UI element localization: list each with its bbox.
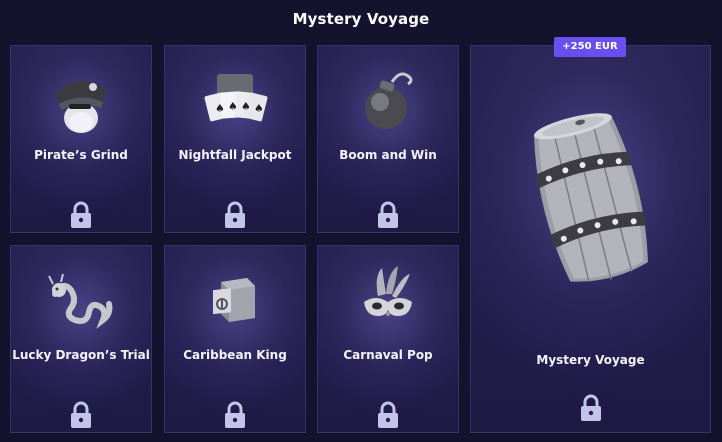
featured-card-label: Mystery Voyage bbox=[536, 353, 645, 367]
svg-text:♠: ♠ bbox=[228, 100, 238, 113]
lock-icon bbox=[378, 201, 398, 228]
card-label: Boom and Win bbox=[339, 148, 437, 162]
featured-card-mystery-voyage[interactable]: Mystery Voyage bbox=[470, 45, 711, 433]
card-label: Nightfall Jackpot bbox=[178, 148, 292, 162]
card-label: Carnaval Pop bbox=[343, 348, 433, 362]
playing-cards-icon: ♠ ♠ ♠ ♠ bbox=[165, 46, 305, 156]
card-label: Pirate’s Grind bbox=[34, 148, 128, 162]
bomb-icon bbox=[318, 46, 458, 156]
svg-text:♠: ♠ bbox=[254, 102, 264, 115]
card-boom-and-win[interactable]: Boom and Win bbox=[317, 45, 459, 233]
card-pirates-grind[interactable]: Pirate’s Grind bbox=[10, 45, 152, 233]
lock-icon bbox=[71, 401, 91, 428]
lock-icon bbox=[225, 401, 245, 428]
carnival-mask-icon bbox=[318, 246, 458, 356]
card-nightfall-jackpot[interactable]: ♠ ♠ ♠ ♠ Nightfall Jackpot bbox=[164, 45, 306, 233]
lock-icon bbox=[225, 201, 245, 228]
lock-icon bbox=[378, 401, 398, 428]
lock-icon bbox=[71, 201, 91, 228]
card-label: Lucky Dragon’s Trial bbox=[12, 348, 150, 362]
lock-icon bbox=[580, 394, 601, 421]
dragon-icon bbox=[11, 246, 151, 356]
card-carnaval-pop[interactable]: Carnaval Pop bbox=[317, 245, 459, 433]
card-label: Caribbean King bbox=[183, 348, 287, 362]
page-title: Mystery Voyage bbox=[292, 10, 430, 28]
svg-text:♠: ♠ bbox=[241, 100, 251, 113]
card-caribbean-king[interactable]: Caribbean King bbox=[164, 245, 306, 433]
card-lucky-dragons-trial[interactable]: Lucky Dragon’s Trial bbox=[10, 245, 152, 433]
barrel-icon bbox=[511, 104, 671, 294]
svg-text:♠: ♠ bbox=[215, 102, 225, 115]
safe-icon bbox=[165, 246, 305, 356]
reward-badge: +250 EUR bbox=[554, 37, 626, 57]
pirate-hat-icon bbox=[11, 46, 151, 156]
